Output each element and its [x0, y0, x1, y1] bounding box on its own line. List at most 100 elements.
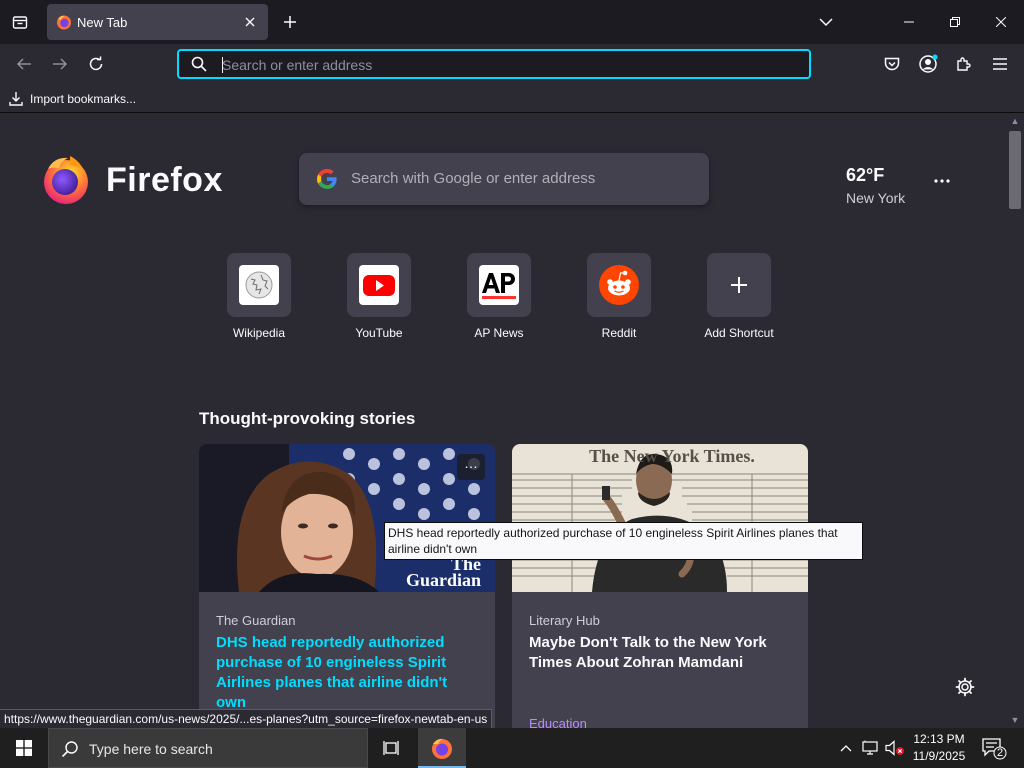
- reload-icon: [89, 56, 103, 71]
- volume-tray-button[interactable]: [885, 738, 905, 758]
- tab-close-button[interactable]: [240, 12, 260, 32]
- task-view-button[interactable]: [380, 736, 404, 760]
- firefox-view-button[interactable]: [8, 10, 32, 34]
- restore-button[interactable]: [932, 0, 978, 44]
- nyt-masthead: The New York Times.: [572, 446, 772, 467]
- list-all-tabs-button[interactable]: [814, 10, 838, 34]
- newtab-search-box[interactable]: Search with Google or enter address: [299, 153, 709, 205]
- pocket-icon: [884, 57, 900, 71]
- arrow-left-icon: [16, 58, 31, 70]
- stories-heading: Thought-provoking stories: [199, 409, 416, 428]
- taskbar-search-box[interactable]: Type here to search: [48, 728, 368, 768]
- reload-button[interactable]: [84, 52, 108, 76]
- network-icon: [862, 740, 878, 755]
- shortcut-add[interactable]: Add Shortcut: [687, 253, 791, 349]
- story-headline[interactable]: Maybe Don't Talk to the New York Times A…: [529, 633, 791, 673]
- weather-widget[interactable]: 62°F New York: [846, 165, 905, 206]
- shortcut-label: Reddit: [601, 326, 637, 340]
- newtab-search-placeholder: Search with Google or enter address: [351, 170, 596, 187]
- story-card[interactable]: The Guardian … The Guardian DHS head rep…: [199, 444, 495, 728]
- search-icon: [191, 56, 207, 72]
- guardian-logo: The Guardian: [389, 555, 481, 589]
- scrollbar-thumb[interactable]: [1009, 131, 1021, 209]
- minimize-button[interactable]: [886, 0, 932, 44]
- hamburger-menu-icon: [993, 58, 1007, 70]
- back-button[interactable]: [12, 52, 36, 76]
- windows-logo-icon: [16, 740, 32, 756]
- shortcut-tile: [707, 253, 771, 317]
- windows-taskbar: Type here to search 12:13 PM 11/9/2025 2: [0, 728, 1024, 768]
- youtube-icon: [359, 265, 399, 305]
- shortcut-tile: [227, 253, 291, 317]
- tab-new-tab[interactable]: New Tab: [47, 4, 268, 40]
- taskbar-search-placeholder: Type here to search: [89, 741, 213, 757]
- shortcut-tile: [467, 253, 531, 317]
- account-button[interactable]: [916, 52, 940, 76]
- taskbar-clock[interactable]: 12:13 PM 11/9/2025: [906, 731, 972, 765]
- close-icon: [996, 17, 1006, 27]
- shortcut-ap-news[interactable]: AP News: [447, 253, 551, 349]
- start-button[interactable]: [0, 728, 48, 768]
- story-card[interactable]: The New York Times. Literary Hub Maybe D…: [512, 444, 808, 728]
- shortcut-tile: [587, 253, 651, 317]
- weather-menu-button[interactable]: [930, 173, 954, 191]
- close-icon: [245, 17, 255, 27]
- forward-button[interactable]: [48, 52, 72, 76]
- scroll-down-arrow[interactable]: ▼: [1010, 715, 1020, 725]
- extensions-button[interactable]: [952, 52, 976, 76]
- shortcut-label: YouTube: [355, 326, 403, 340]
- search-icon: [61, 741, 78, 758]
- wikipedia-icon: [239, 265, 279, 305]
- shortcut-label: Add Shortcut: [704, 326, 774, 340]
- address-bar[interactable]: [177, 49, 811, 79]
- close-window-button[interactable]: [978, 0, 1024, 44]
- firefox-icon: [432, 738, 452, 759]
- story-image-caption: The New York Times.: [589, 446, 755, 466]
- new-tab-button[interactable]: [278, 10, 302, 34]
- story-headline[interactable]: DHS head reportedly authorized purchase …: [216, 633, 478, 713]
- shortcut-label: Wikipedia: [232, 326, 286, 340]
- page-scrollbar[interactable]: ▲ ▼: [1006, 113, 1024, 728]
- taskbar-firefox-button[interactable]: [418, 728, 466, 768]
- arrow-right-icon: [53, 58, 68, 70]
- plus-icon: [284, 16, 296, 28]
- chevron-up-icon: [840, 745, 852, 752]
- story-source: The Guardian: [216, 613, 296, 628]
- pocket-button[interactable]: [880, 52, 904, 76]
- shortcut-tile: [347, 253, 411, 317]
- puzzle-icon: [957, 57, 971, 71]
- chevron-down-icon: [819, 18, 833, 27]
- import-bookmarks-label: Import bookmarks...: [30, 92, 137, 106]
- notification-center-button[interactable]: 2: [980, 736, 1008, 760]
- firefox-logo-icon: [44, 156, 88, 204]
- restore-icon: [950, 17, 960, 27]
- shortcut-wikipedia[interactable]: Wikipedia: [207, 253, 311, 349]
- headline-tooltip: DHS head reportedly authorized purchase …: [384, 522, 863, 560]
- import-icon: [9, 92, 23, 106]
- bookmarks-toolbar: Import bookmarks...: [0, 84, 1024, 113]
- clock-date: 11/9/2025: [912, 749, 966, 763]
- import-bookmarks-button[interactable]: Import bookmarks...: [8, 89, 136, 109]
- weather-temperature: 62°F: [846, 165, 885, 185]
- scroll-up-arrow[interactable]: ▲: [1010, 116, 1020, 126]
- firefox-favicon-icon: [57, 15, 71, 30]
- show-hidden-icons-button[interactable]: [836, 738, 856, 758]
- firefox-wordmark: Firefox: [106, 161, 223, 199]
- account-icon: [919, 54, 938, 73]
- app-menu-button[interactable]: [988, 52, 1012, 76]
- settings-gear-icon[interactable]: [955, 677, 975, 697]
- text-caret: [222, 57, 223, 73]
- shortcut-youtube[interactable]: YouTube: [327, 253, 431, 349]
- weather-location: New York: [846, 190, 906, 206]
- plus-icon: [731, 277, 747, 293]
- story-category: Education: [529, 716, 587, 728]
- clock-time: 12:13 PM: [913, 732, 965, 746]
- firefox-view-icon: [12, 16, 28, 29]
- link-status-panel: https://www.theguardian.com/us-news/2025…: [0, 709, 493, 728]
- tab-title: New Tab: [77, 15, 128, 30]
- address-input[interactable]: [222, 54, 782, 76]
- network-tray-button[interactable]: [861, 738, 881, 758]
- google-icon: [316, 168, 337, 190]
- shortcut-reddit[interactable]: Reddit: [567, 253, 671, 349]
- story-menu-button[interactable]: …: [457, 454, 485, 480]
